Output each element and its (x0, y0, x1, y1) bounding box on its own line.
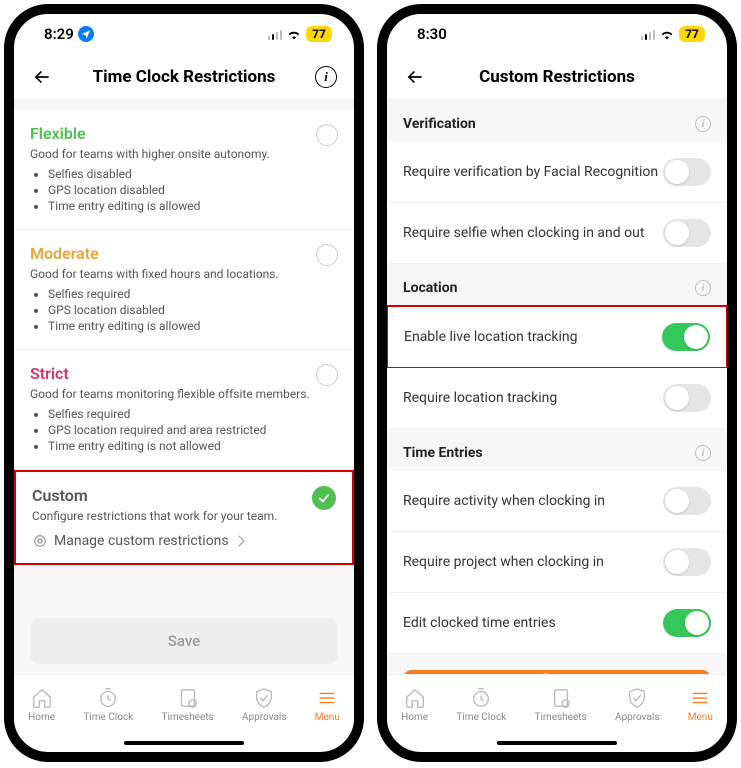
section-location: Location i (387, 264, 727, 306)
battery-indicator: 77 (679, 26, 705, 42)
option-bullet: Selfies required (48, 407, 338, 421)
tab-timeclock[interactable]: Time Clock (83, 687, 133, 723)
tab-bar: Home Time Clock Timesheets Approvals Men… (387, 674, 727, 734)
option-desc: Good for teams with fixed hours and loca… (30, 267, 338, 281)
battery-indicator: 77 (306, 26, 332, 42)
option-bullet: GPS location disabled (48, 183, 338, 197)
row-facial-recognition: Require verification by Facial Recogniti… (387, 142, 727, 203)
row-activity: Require activity when clocking in (387, 471, 727, 532)
toggle-require-location[interactable] (663, 384, 711, 412)
manage-custom-link[interactable]: Manage custom restrictions (32, 533, 336, 549)
page-title: Time Clock Restrictions (56, 67, 312, 87)
row-edit-entries: Edit clocked time entries (387, 593, 727, 654)
cellular-icon (641, 29, 656, 40)
page-title: Custom Restrictions (429, 67, 685, 87)
option-bullet: Time entry editing is allowed (48, 319, 338, 333)
location-services-icon (78, 26, 94, 42)
option-moderate[interactable]: Moderate Good for teams with fixed hours… (14, 230, 354, 350)
status-time: 8:29 (44, 25, 74, 43)
option-bullet: Selfies required (48, 287, 338, 301)
toggle-live-location[interactable] (662, 323, 710, 351)
info-icon[interactable]: i (695, 280, 711, 296)
toggle-facial[interactable] (663, 158, 711, 186)
option-bullet: GPS location disabled (48, 303, 338, 317)
home-indicator (14, 734, 354, 752)
option-title: Strict (30, 364, 338, 383)
manage-label: Manage custom restrictions (54, 533, 229, 549)
tab-approvals[interactable]: Approvals (615, 687, 659, 723)
save-label: Save (168, 632, 200, 650)
toggle-project[interactable] (663, 548, 711, 576)
section-verification: Verification i (387, 100, 727, 142)
wifi-icon (286, 28, 302, 40)
row-require-location: Require location tracking (387, 368, 727, 429)
nav-header: Time Clock Restrictions i (14, 54, 354, 100)
phone-left: 8:29 77 Time Clock Restrictions i Flexib… (4, 4, 364, 762)
toggle-activity[interactable] (663, 487, 711, 515)
row-selfie: Require selfie when clocking in and out (387, 203, 727, 264)
option-bullet: Selfies disabled (48, 167, 338, 181)
option-bullet: GPS location required and area restricte… (48, 423, 338, 437)
tab-timeclock[interactable]: Time Clock (456, 687, 506, 723)
radio-selected[interactable] (312, 486, 336, 510)
back-button[interactable] (401, 63, 429, 91)
status-bar: 8:29 77 (14, 14, 354, 54)
phone-right: 8:30 77 Custom Restrictions Verification… (377, 4, 737, 762)
option-flexible[interactable]: Flexible Good for teams with higher onsi… (14, 110, 354, 230)
status-time: 8:30 (417, 25, 447, 43)
back-button[interactable] (28, 63, 56, 91)
row-live-location: Enable live location tracking (387, 305, 727, 369)
option-desc: Good for teams monitoring flexible offsi… (30, 387, 338, 401)
info-icon[interactable]: i (695, 116, 711, 132)
row-project: Require project when clocking in (387, 532, 727, 593)
option-title: Custom (32, 486, 336, 505)
option-bullet: Time entry editing is not allowed (48, 439, 338, 453)
gear-icon (32, 533, 48, 549)
status-bar: 8:30 77 (387, 14, 727, 54)
tab-home[interactable]: Home (401, 687, 428, 723)
tab-menu[interactable]: Menu (315, 687, 340, 723)
tab-timesheets[interactable]: Timesheets (535, 687, 587, 723)
option-desc: Good for teams with higher onsite autono… (30, 147, 338, 161)
nav-header: Custom Restrictions (387, 54, 727, 100)
info-icon[interactable]: i (695, 445, 711, 461)
tab-menu[interactable]: Menu (688, 687, 713, 723)
content-area: Verification i Require verification by F… (387, 100, 727, 674)
wifi-icon (659, 28, 675, 40)
tab-timesheets[interactable]: Timesheets (162, 687, 214, 723)
option-custom[interactable]: Custom Configure restrictions that work … (14, 470, 354, 565)
save-button: Save (30, 618, 338, 664)
toggle-edit-entries[interactable] (663, 609, 711, 637)
home-indicator (387, 734, 727, 752)
radio-unselected[interactable] (316, 244, 338, 266)
cellular-icon (268, 29, 283, 40)
option-desc: Configure restrictions that work for you… (32, 509, 336, 523)
chevron-right-icon (233, 535, 244, 546)
info-button[interactable]: i (312, 63, 340, 91)
radio-unselected[interactable] (316, 364, 338, 386)
toggle-selfie[interactable] (663, 219, 711, 247)
option-title: Flexible (30, 124, 338, 143)
option-title: Moderate (30, 244, 338, 263)
section-time-entries: Time Entries i (387, 429, 727, 471)
tab-home[interactable]: Home (28, 687, 55, 723)
tab-bar: Home Time Clock Timesheets Approvals Men… (14, 674, 354, 734)
tab-approvals[interactable]: Approvals (242, 687, 286, 723)
radio-unselected[interactable] (316, 124, 338, 146)
content-area: Flexible Good for teams with higher onsi… (14, 100, 354, 674)
option-strict[interactable]: Strict Good for teams monitoring flexibl… (14, 350, 354, 470)
option-bullet: Time entry editing is allowed (48, 199, 338, 213)
